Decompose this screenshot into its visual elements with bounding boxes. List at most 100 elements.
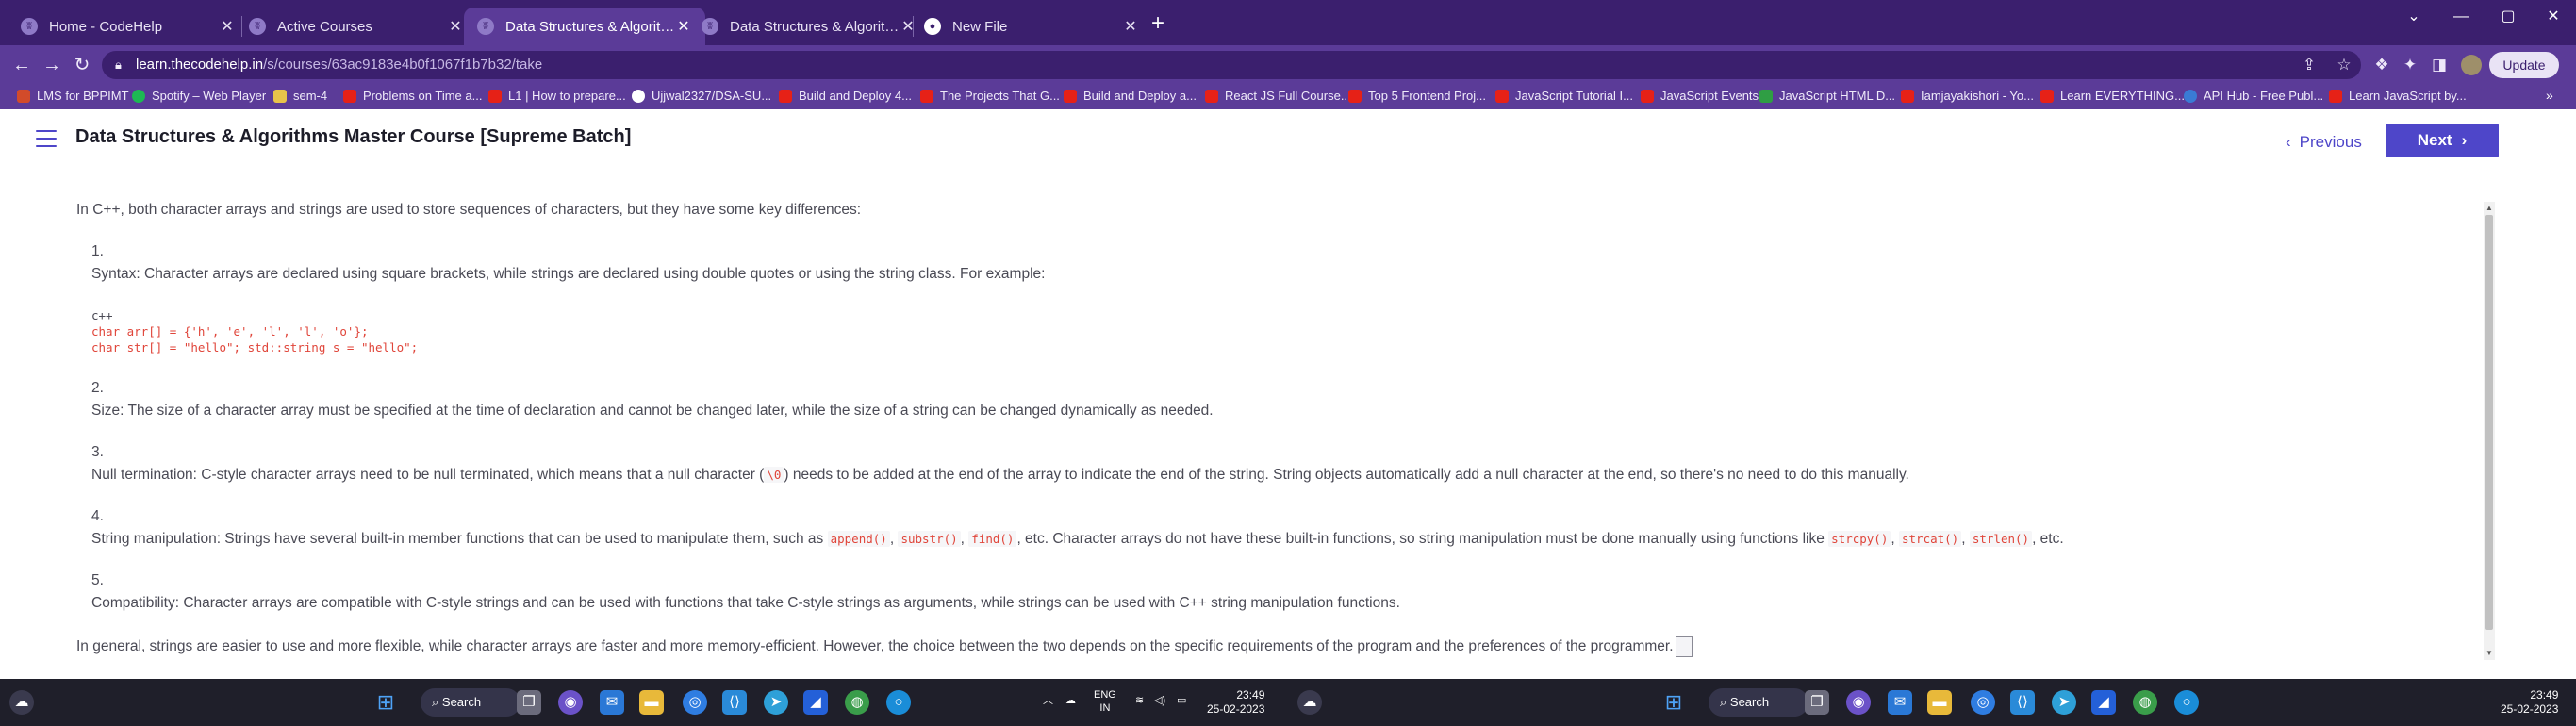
- taskbar-clock[interactable]: 23:49 25-02-2023: [2501, 688, 2558, 717]
- forward-arrow-icon[interactable]: →: [40, 53, 64, 77]
- back-arrow-icon[interactable]: ←: [9, 53, 34, 77]
- windows-taskbar: ☁ ⊞ ⌕ Search ❐ ◉ ✉ ▬ ◎ ⟨⟩ ➤ ◢ ◍ ○ ︿ ☁ EN…: [0, 679, 2576, 726]
- tray-overflow-icon[interactable]: ︿: [1043, 694, 1053, 707]
- api-hub-icon: [2184, 89, 2197, 103]
- next-button[interactable]: Next ›: [2386, 124, 2499, 157]
- battery-icon[interactable]: ▭: [1177, 694, 1186, 707]
- text-span: , etc.: [2032, 531, 2064, 547]
- bookmark-item[interactable]: Build and Deploy a...: [1064, 89, 1197, 103]
- task-view-icon[interactable]: ❐: [1805, 690, 1829, 715]
- mail-icon[interactable]: ✉: [600, 690, 624, 715]
- scrollbar-thumb[interactable]: [2485, 215, 2493, 630]
- new-tab-button[interactable]: +: [1145, 11, 1171, 38]
- windows-start-icon[interactable]: ⊞: [1661, 690, 1686, 715]
- vscode-icon[interactable]: ⟨⟩: [2010, 690, 2035, 715]
- tab-active-courses[interactable]: ʬ Active Courses ✕: [236, 8, 477, 45]
- tray-app-icon[interactable]: ☁: [1065, 694, 1076, 707]
- scroll-down-arrow-icon[interactable]: ▼: [2484, 647, 2495, 660]
- bookmark-item[interactable]: Build and Deploy 4...: [779, 89, 912, 103]
- mail-icon[interactable]: ✉: [1888, 690, 1912, 715]
- previous-button[interactable]: ‹ Previous: [2286, 126, 2362, 158]
- puzzle-extensions-icon[interactable]: ✦: [2400, 55, 2420, 75]
- bookmark-item[interactable]: JavaScript HTML D...: [1759, 89, 1895, 103]
- chrome-icon[interactable]: ◎: [683, 690, 707, 715]
- inline-code: strcat(): [1899, 531, 1962, 547]
- youtube-icon: [779, 89, 792, 103]
- bookmark-star-icon[interactable]: ☆: [2334, 55, 2354, 75]
- chat-icon[interactable]: ◉: [558, 690, 583, 715]
- volume-icon[interactable]: ◁): [1154, 694, 1165, 707]
- bookmark-item[interactable]: L1 | How to prepare...: [488, 89, 626, 103]
- tab-home-codehelp[interactable]: ʬ Home - CodeHelp ✕: [8, 8, 249, 45]
- bookmark-item[interactable]: Learn EVERYTHING...: [2040, 89, 2185, 103]
- app-icon[interactable]: ◢: [2091, 690, 2116, 715]
- close-window-icon[interactable]: ✕: [2535, 4, 2572, 30]
- taskbar-clock[interactable]: 23:49 25-02-2023: [1207, 688, 1264, 717]
- share-icon[interactable]: ⇪: [2299, 55, 2320, 75]
- bookmark-item[interactable]: JavaScript Events: [1641, 89, 1759, 103]
- file-explorer-icon[interactable]: ▬: [1927, 690, 1952, 715]
- item-number: 5.: [91, 572, 104, 588]
- taskbar-search[interactable]: ⌕ Search: [421, 688, 520, 717]
- cortana-icon[interactable]: ○: [886, 690, 911, 715]
- notifications-icon[interactable]: ☁: [1297, 690, 1322, 715]
- extension-icon[interactable]: ❖: [2371, 55, 2392, 75]
- vscode-icon[interactable]: ⟨⟩: [722, 690, 747, 715]
- minimize-icon[interactable]: —: [2442, 4, 2480, 30]
- cortana-icon[interactable]: ○: [2174, 690, 2199, 715]
- bookmark-item[interactable]: LMS for BPPIMT: [17, 89, 129, 103]
- bookmark-item[interactable]: Spotify – Web Player: [132, 89, 266, 103]
- scrollbar[interactable]: ▲ ▼: [2484, 202, 2495, 660]
- language-indicator[interactable]: ENG IN: [1094, 688, 1116, 715]
- bookmark-item[interactable]: React JS Full Course...: [1205, 89, 1351, 103]
- taskbar-search[interactable]: ⌕ Search: [1709, 688, 1808, 717]
- address-bar[interactable]: 🔒︎ learn.thecodehelp.in/s/courses/63ac91…: [102, 51, 2361, 79]
- wifi-icon[interactable]: ≋: [1135, 694, 1144, 707]
- youtube-icon: [1901, 89, 1914, 103]
- item-syntax-text: Syntax: Character arrays are declared us…: [91, 266, 1046, 282]
- close-icon[interactable]: ✕: [1122, 17, 1139, 36]
- bookmark-item[interactable]: Top 5 Frontend Proj...: [1348, 89, 1486, 103]
- file-explorer-icon[interactable]: ▬: [639, 690, 664, 715]
- w3schools-icon: [1759, 89, 1773, 103]
- bookmark-item[interactable]: The Projects That G...: [920, 89, 1060, 103]
- windows-start-icon[interactable]: ⊞: [373, 690, 398, 715]
- widgets-icon[interactable]: ☁: [9, 690, 34, 715]
- update-button[interactable]: Update: [2489, 52, 2559, 78]
- tab-search-icon[interactable]: ⌄: [2395, 4, 2433, 30]
- bookmark-item[interactable]: JavaScript Tutorial I...: [1495, 89, 1633, 103]
- course-header: Data Structures & Algorithms Master Cour…: [0, 109, 2576, 173]
- app-icon[interactable]: ◢: [803, 690, 828, 715]
- bookmark-item[interactable]: Iamjayakishori - Yo...: [1901, 89, 2034, 103]
- telegram-icon[interactable]: ➤: [2052, 690, 2076, 715]
- telegram-icon[interactable]: ➤: [764, 690, 788, 715]
- hamburger-menu-icon[interactable]: [36, 130, 57, 147]
- maximize-icon[interactable]: ▢: [2489, 4, 2527, 30]
- scroll-up-arrow-icon[interactable]: ▲: [2484, 202, 2495, 215]
- bookmark-item[interactable]: API Hub - Free Publ...: [2184, 89, 2323, 103]
- bookmark-item[interactable]: sem-4: [273, 89, 327, 103]
- bookmark-label: Problems on Time a...: [363, 89, 483, 103]
- reload-icon[interactable]: ↻: [70, 53, 94, 77]
- close-icon[interactable]: ✕: [447, 17, 464, 36]
- tab-new-file[interactable]: ● New File ✕: [911, 8, 1152, 45]
- bookmark-item[interactable]: Problems on Time a...: [343, 89, 482, 103]
- close-icon[interactable]: ✕: [219, 17, 236, 36]
- tab-dsa-course[interactable]: ʬ Data Structures & Algorithms Ma ✕: [688, 8, 930, 45]
- tab-title: Active Courses: [277, 18, 372, 35]
- tab-dsa-course-active[interactable]: ʬ Data Structures & Algorithms Ma ✕: [464, 8, 705, 45]
- task-view-icon[interactable]: ❐: [517, 690, 541, 715]
- youtube-icon: [2040, 89, 2054, 103]
- bookmark-item[interactable]: Learn JavaScript by...: [2329, 89, 2467, 103]
- text-span: ,: [1961, 531, 1970, 547]
- chat-icon[interactable]: ◉: [1846, 690, 1871, 715]
- profile-avatar[interactable]: [2461, 55, 2482, 75]
- item-number: 3.: [91, 444, 104, 460]
- chrome-profile-icon[interactable]: ◍: [2133, 690, 2157, 715]
- bookmark-item[interactable]: Ujjwal2327/DSA-SU...: [632, 89, 771, 103]
- chrome-profile-icon[interactable]: ◍: [845, 690, 869, 715]
- chrome-icon[interactable]: ◎: [1971, 690, 1995, 715]
- more-bookmarks-icon[interactable]: »: [2546, 88, 2553, 103]
- browser-toolbar: ← → ↻ 🔒︎ learn.thecodehelp.in/s/courses/…: [0, 45, 2576, 85]
- side-panel-icon[interactable]: ◨: [2429, 55, 2450, 75]
